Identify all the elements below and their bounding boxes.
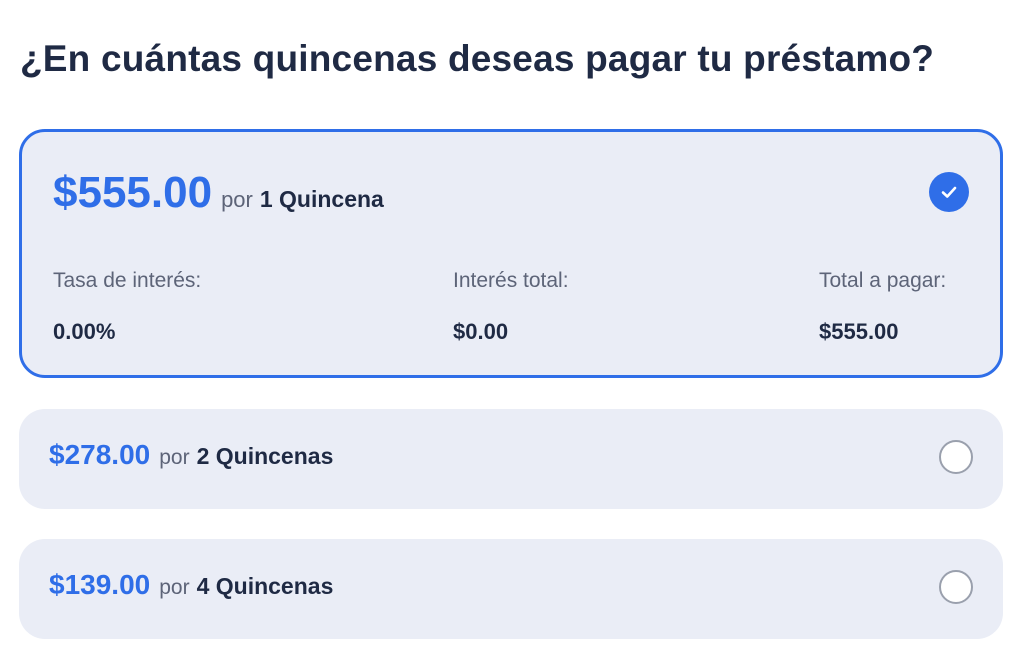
- total-interest-value: $0.00: [453, 319, 509, 344]
- option-amount: $278.00: [49, 439, 151, 470]
- total-interest-label: Interés total:: [453, 269, 569, 292]
- interest-rate-stat: Tasa de interés: 0.00%: [53, 269, 201, 345]
- radio-unselected-icon[interactable]: [939, 440, 973, 474]
- radio-unselected-icon[interactable]: [939, 570, 973, 604]
- option-period: 1 Quincena: [259, 186, 384, 212]
- option-1-quincena-selected[interactable]: $555.00 por 1 Quincena Tasa de interés: …: [19, 129, 1003, 378]
- option-header: $555.00 por 1 Quincena: [53, 168, 384, 218]
- option-por-label: por: [221, 187, 253, 212]
- total-to-pay-stat: Total a pagar: $555.00: [819, 269, 946, 345]
- option-header: $139.00 por 4 Quincenas: [49, 569, 333, 601]
- option-por-label: por: [159, 446, 190, 469]
- option-period: 4 Quincenas: [196, 573, 334, 599]
- option-amount: $555.00: [53, 168, 213, 217]
- loan-term-selector: ¿En cuántas quincenas deseas pagar tu pr…: [0, 0, 1024, 660]
- option-amount: $139.00: [49, 569, 151, 600]
- interest-rate-label: Tasa de interés:: [53, 269, 202, 292]
- checkmark-icon: [941, 186, 957, 198]
- total-to-pay-value: $555.00: [819, 319, 899, 344]
- total-interest-stat: Interés total: $0.00: [453, 269, 569, 345]
- option-2-quincenas[interactable]: $278.00 por 2 Quincenas: [19, 409, 1003, 509]
- option-4-quincenas[interactable]: $139.00 por 4 Quincenas: [19, 539, 1003, 639]
- option-header: $278.00 por 2 Quincenas: [49, 439, 333, 471]
- page-title: ¿En cuántas quincenas deseas pagar tu pr…: [20, 38, 935, 79]
- option-por-label: por: [159, 576, 190, 599]
- option-period: 2 Quincenas: [196, 443, 334, 469]
- total-to-pay-label: Total a pagar:: [819, 269, 947, 292]
- check-circle-icon[interactable]: [929, 172, 969, 212]
- interest-rate-value: 0.00%: [53, 319, 116, 344]
